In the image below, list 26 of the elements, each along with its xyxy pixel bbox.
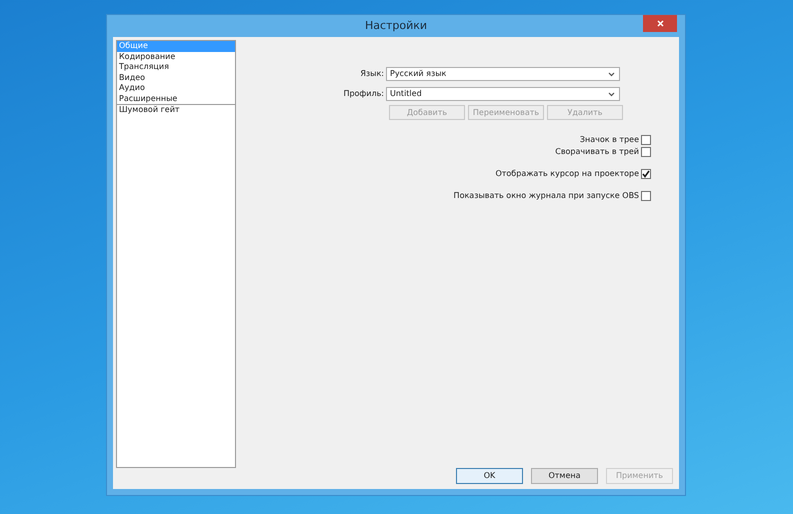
category-item[interactable]: Кодирование — [117, 52, 235, 62]
chevron-down-icon — [608, 72, 615, 76]
checkbox-label: Показывать окно журнала при запуске OBS — [454, 190, 639, 202]
dialog-button[interactable]: OK — [456, 468, 523, 484]
dialog-button[interactable]: Отмена — [531, 468, 598, 484]
close-icon — [656, 20, 664, 27]
category-item[interactable]: Видео — [117, 72, 235, 83]
field-label: Язык: — [359, 68, 385, 80]
dropdown-field[interactable]: Untitled — [386, 87, 620, 101]
category-item[interactable]: Расширенные — [117, 94, 235, 104]
checkbox-label: Значок в трее — [580, 134, 639, 146]
checkbox[interactable] — [641, 191, 651, 201]
close-button[interactable] — [643, 15, 677, 32]
category-item[interactable]: Шумовой гейт — [117, 105, 235, 116]
checkmark-icon — [642, 170, 650, 178]
category-item[interactable]: Трансляция — [117, 62, 235, 72]
field-label: Профиль: — [342, 88, 385, 100]
chevron-down-icon — [608, 92, 615, 96]
checkbox[interactable] — [641, 147, 651, 157]
checkbox[interactable] — [641, 135, 651, 145]
window-title: Настройки — [364, 18, 428, 34]
checkbox[interactable] — [641, 169, 651, 179]
category-item[interactable]: Аудио — [117, 83, 235, 94]
checkbox-label: Отображать курсор на проекторе — [495, 168, 639, 180]
dropdown-field[interactable]: Русский язык — [386, 67, 620, 81]
checkbox-label: Сворачивать в трей — [555, 146, 639, 158]
